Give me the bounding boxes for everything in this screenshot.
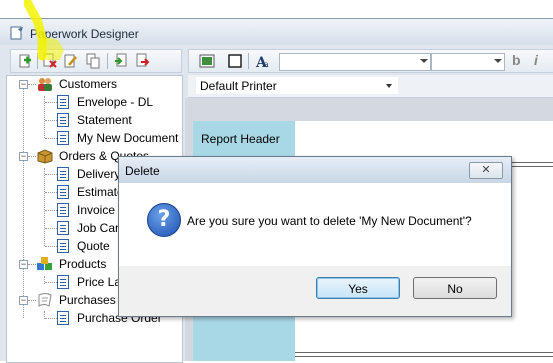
tree-line [45, 228, 57, 229]
dialog-body: ? Are you sure you want to delete 'My Ne… [119, 183, 511, 266]
collapse-toggle[interactable]: − [19, 152, 28, 161]
band-divider [295, 352, 553, 357]
export-icon[interactable] [135, 53, 151, 69]
dialog-title: Delete [125, 164, 160, 178]
no-button[interactable]: No [413, 277, 497, 299]
dialog-footer: Yes No [119, 266, 511, 316]
band-label: Report Header [201, 132, 280, 146]
printer-bar: Default Printer [188, 75, 553, 98]
dialog-message: Are you sure you want to delete 'My New … [187, 214, 472, 228]
chevron-down-icon [386, 84, 392, 88]
tree-line [28, 300, 36, 301]
printer-select[interactable]: Default Printer [196, 77, 398, 94]
tree-line [45, 120, 57, 121]
tree-group-label: Purchases [59, 293, 116, 307]
tree-item-label: Statement [77, 113, 132, 127]
document-icon [57, 239, 69, 253]
chevron-down-icon [494, 59, 502, 63]
tree-line [45, 192, 57, 193]
tree-item-label: My New Document [77, 131, 179, 145]
printer-selected-value: Default Printer [200, 79, 277, 93]
tree-group-label: Customers [59, 77, 118, 91]
document-icon [57, 185, 69, 199]
customers-icon [38, 78, 52, 91]
chevron-down-icon [420, 59, 428, 63]
tree-item-label: Delivery [77, 167, 121, 181]
document-icon [57, 311, 69, 325]
document-icon [57, 95, 69, 109]
italic-button[interactable]: i [534, 52, 538, 68]
tree-line [45, 246, 57, 247]
tree-item-label: Envelope - DL [77, 95, 154, 109]
tree-line [45, 210, 57, 211]
dialog-title-bar: Delete ✕ [119, 157, 511, 183]
font-family-combo[interactable] [279, 53, 431, 71]
collapse-toggle[interactable]: − [19, 260, 28, 269]
purchases-icon [38, 293, 52, 307]
tree-line [23, 88, 24, 318]
tree-item-label: Quote [77, 239, 110, 253]
tree-line [44, 168, 45, 246]
svg-text:a: a [264, 60, 269, 69]
tree-line [45, 102, 57, 103]
tree-item-label: Price La [77, 275, 122, 289]
collapse-toggle[interactable]: − [19, 296, 28, 305]
tree-line [28, 156, 36, 157]
tree-line [45, 282, 57, 283]
delete-dialog: Delete ✕ ? Are you sure you want to dele… [118, 156, 512, 317]
document-icon [57, 131, 69, 145]
bold-button[interactable]: b [512, 52, 521, 68]
document-icon [57, 221, 69, 235]
import-icon[interactable] [113, 53, 129, 69]
question-icon: ? [147, 203, 181, 237]
format-toolbar: Aa b i [188, 49, 553, 73]
copy-icon[interactable] [85, 53, 101, 69]
font-size-combo[interactable] [431, 53, 505, 71]
orders-icon [37, 149, 53, 164]
tree-line [45, 174, 57, 175]
collapse-toggle[interactable]: − [19, 80, 28, 89]
image-icon[interactable] [199, 53, 215, 69]
app-icon [10, 26, 23, 40]
document-icon [57, 203, 69, 217]
title-bar: Paperwork Designer [0, 19, 553, 45]
toolbar-separator [248, 53, 249, 69]
document-icon [57, 167, 69, 181]
document-icon [57, 275, 69, 289]
tree-item-label: Invoice [77, 203, 116, 217]
tree-item-label: Estimate [77, 185, 124, 199]
tree-group-label: Products [59, 257, 107, 271]
tree-line [45, 138, 57, 139]
tree-line [28, 264, 36, 265]
rectangle-icon[interactable] [227, 53, 243, 69]
close-icon: ✕ [481, 164, 491, 176]
tree-line [45, 318, 57, 319]
text-format-icon[interactable]: Aa [255, 53, 271, 69]
annotation-highlight [24, 0, 64, 61]
yes-button[interactable]: Yes [316, 277, 400, 299]
toolbar-separator [107, 53, 108, 69]
tree-line [28, 84, 36, 85]
products-icon [37, 257, 52, 270]
close-button[interactable]: ✕ [469, 162, 503, 179]
document-icon [57, 113, 69, 127]
